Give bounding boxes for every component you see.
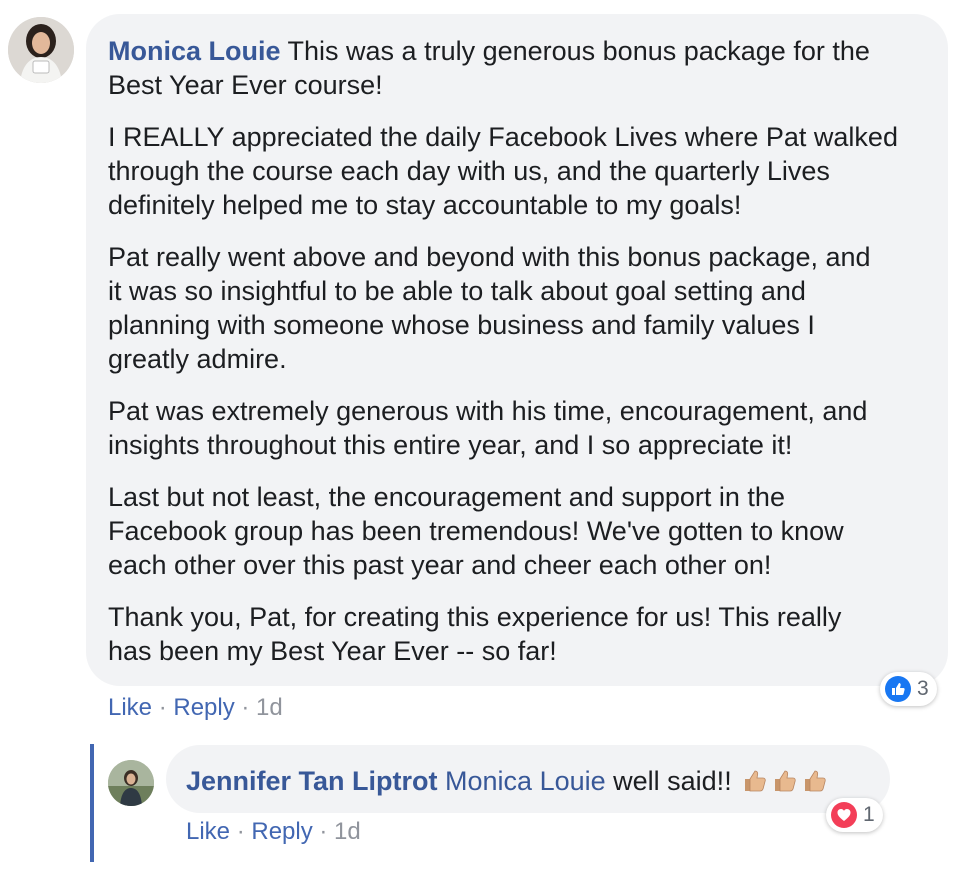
separator: · [234, 694, 257, 721]
like-link[interactable]: Like [108, 694, 152, 721]
comment-paragraph: Last but not least, the encouragement an… [108, 482, 844, 580]
reaction-count: 3 [917, 677, 929, 700]
separator: · [312, 818, 335, 845]
thumbs-up-emoji [771, 766, 799, 802]
reaction-count: 1 [863, 803, 875, 826]
comment-author-link[interactable]: Monica Louie [108, 36, 281, 66]
avatar[interactable] [8, 17, 74, 83]
comment-paragraph: I REALLY appreciated the daily Facebook … [108, 122, 898, 220]
reply-author-link[interactable]: Jennifer Tan Liptrot [186, 766, 438, 796]
reply-actions: Like · Reply · 1d [186, 818, 361, 846]
reply-link[interactable]: Reply [251, 818, 312, 845]
reply-message: well said!! [605, 766, 740, 796]
comment-paragraph: Pat was extremely generous with his time… [108, 396, 868, 460]
comment-first-line: Monica Louie This was a truly generous b… [108, 34, 938, 102]
profile-photo-icon [108, 760, 154, 806]
separator: · [152, 694, 174, 721]
timestamp[interactable]: 1d [256, 694, 283, 721]
timestamp[interactable]: 1d [334, 818, 361, 845]
thumbs-up-emoji [801, 766, 829, 802]
heart-icon [831, 802, 857, 828]
reply-reaction-summary[interactable]: 1 [826, 798, 883, 832]
reply-thread-line [90, 744, 94, 862]
comment-paragraph: Pat really went above and beyond with th… [108, 242, 871, 374]
mention-link[interactable]: Monica Louie [445, 766, 606, 796]
profile-photo-icon [8, 17, 74, 83]
thumbs-up-icon [885, 676, 911, 702]
separator: · [230, 818, 252, 845]
reaction-summary[interactable]: 3 [880, 672, 937, 706]
like-link[interactable]: Like [186, 818, 230, 845]
reply-avatar[interactable] [108, 760, 154, 806]
reply-link[interactable]: Reply [173, 694, 234, 721]
reply-text: Jennifer Tan Liptrot Monica Louie well s… [186, 764, 886, 802]
comment-actions: Like · Reply · 1d [108, 694, 283, 722]
thumbs-up-emoji [741, 766, 769, 802]
comment-paragraph: Thank you, Pat, for creating this experi… [108, 602, 842, 666]
